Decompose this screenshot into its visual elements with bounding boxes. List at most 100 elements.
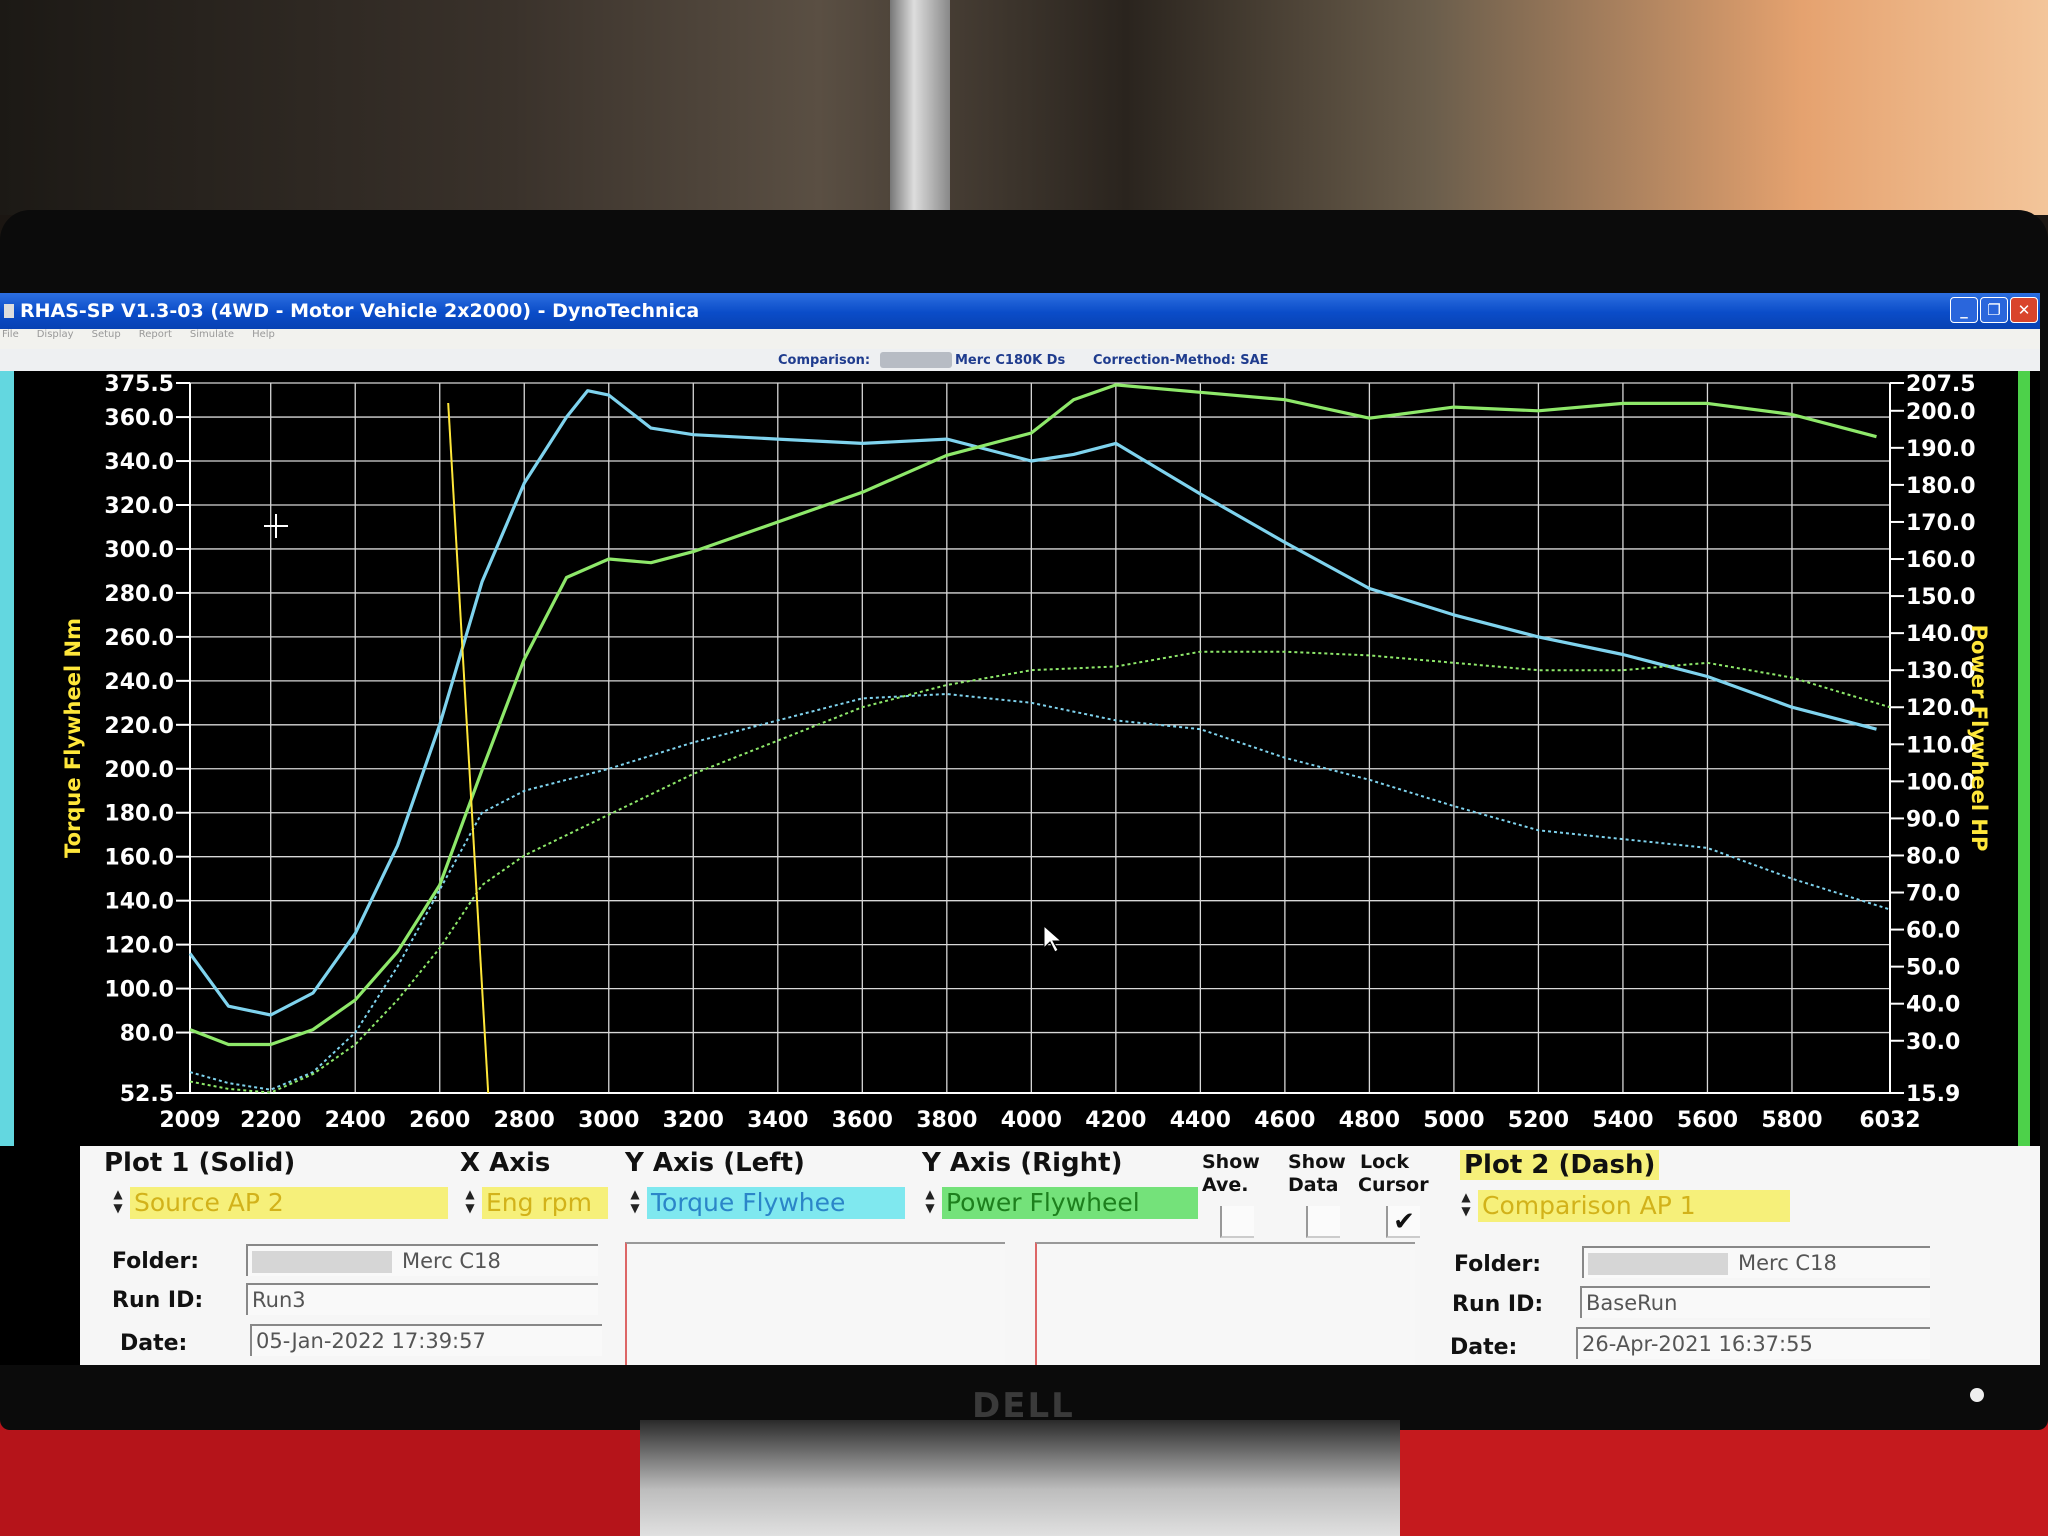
plot1-source-select[interactable]: Source AP 2 (130, 1187, 448, 1219)
plot1-folder-value: Merc C18 (402, 1249, 501, 1273)
y-right-tick-label: 50.0 (1906, 956, 1960, 981)
y-right-select[interactable]: Power Flywheel (942, 1187, 1198, 1219)
menu-setup[interactable]: Setup (92, 329, 121, 349)
lock-cursor-label-2: Cursor (1358, 1174, 1429, 1196)
y-right-tick-label: 150.0 (1906, 585, 1976, 610)
x-tick-label: 5400 (1592, 1108, 1653, 1133)
show-data-label-2: Data (1288, 1174, 1339, 1196)
y-left-select[interactable]: Torque Flywhee (647, 1187, 905, 1219)
y-right-tick-label: 190.0 (1906, 437, 1976, 462)
redacted-folder-2 (1588, 1253, 1728, 1275)
plot2-source-select[interactable]: Comparison AP 1 (1478, 1190, 1790, 1222)
plot2-date-label: Date: (1450, 1335, 1518, 1360)
plot2-run-field: BaseRun (1580, 1286, 1930, 1318)
y-right-tick-label: 207.5 (1906, 372, 1976, 397)
x-tick-label: 5800 (1761, 1108, 1822, 1133)
window-title: RHAS-SP V1.3-03 (4WD - Motor Vehicle 2x2… (20, 300, 700, 322)
window-controls: _ ❐ ✕ (1950, 297, 2038, 323)
y-left-tick-label: 52.5 (120, 1082, 174, 1107)
lock-cursor-label: Lock (1360, 1151, 1410, 1173)
y-left-tick-label: 340.0 (104, 450, 174, 475)
y-right-spinner[interactable]: ▲ ▼ (922, 1187, 938, 1219)
y-left-tick-label: 280.0 (104, 582, 174, 607)
x-axis-select[interactable]: Eng rpm (482, 1187, 608, 1219)
plot2-folder-value: Merc C18 (1738, 1251, 1837, 1275)
show-data-label: Show (1288, 1151, 1346, 1173)
y-right-tick-label: 70.0 (1906, 882, 1960, 907)
y-right-axis-title: Power Flywheel HP (1967, 625, 1991, 852)
y-right-tick-label: 170.0 (1906, 511, 1976, 536)
plot1-date-label: Date: (120, 1331, 188, 1356)
y-right-tick-label: 140.0 (1906, 622, 1976, 647)
y-left-tick-label: 240.0 (104, 670, 174, 695)
plot1-date-field: 05-Jan-2022 17:39:57 (250, 1324, 602, 1356)
y-right-tick-label: 120.0 (1906, 696, 1976, 721)
plot1-source-spinner[interactable]: ▲ ▼ (110, 1187, 126, 1219)
minimize-button[interactable]: _ (1950, 297, 1978, 323)
restore-button[interactable]: ❐ (1980, 297, 2008, 323)
info-bar: Comparison: Merc C180K Ds Correction-Met… (0, 349, 2040, 371)
x-tick-label: 3200 (663, 1108, 724, 1133)
photo-scene: DELL RHAS-SP V1.3-03 (4WD - Motor Vehicl… (0, 0, 2048, 1536)
x-tick-label: 4400 (1170, 1108, 1231, 1133)
x-tick-label: 2600 (409, 1108, 470, 1133)
monitor-stand (640, 1420, 1400, 1536)
plot2-run-label: Run ID: (1452, 1292, 1544, 1317)
series-line-comparison-torque (189, 693, 1891, 1091)
show-ave-label: Show (1202, 1151, 1260, 1173)
x-tick-label: 3600 (832, 1108, 893, 1133)
x-tick-label: 4600 (1254, 1108, 1315, 1133)
x-tick-label: 5200 (1508, 1108, 1569, 1133)
y-right-tick-label: 200.0 (1906, 400, 1976, 425)
y-left-tick-label: 260.0 (104, 626, 174, 651)
app-icon (4, 304, 14, 318)
y-right-tick-label: 15.9 (1906, 1082, 1960, 1107)
background-wall (0, 0, 2048, 215)
x-tick-label: 6032 (1859, 1108, 1920, 1133)
y-left-tick-label: 160.0 (104, 846, 174, 871)
menu-simulate[interactable]: Simulate (190, 329, 234, 349)
x-tick-label: 2009 (159, 1108, 220, 1133)
correction-method: Correction-Method: SAE (1093, 353, 1269, 368)
x-axis-heading: X Axis (460, 1148, 551, 1178)
window-titlebar[interactable]: RHAS-SP V1.3-03 (4WD - Motor Vehicle 2x2… (0, 293, 2040, 329)
y-left-tick-label: 375.5 (104, 372, 174, 397)
show-ave-label-2: Ave. (1202, 1174, 1249, 1196)
monitor-screen: RHAS-SP V1.3-03 (4WD - Motor Vehicle 2x2… (0, 293, 2040, 1365)
menu-display[interactable]: Display (37, 329, 74, 349)
menu-help[interactable]: Help (252, 329, 275, 349)
lock-cursor-checkbox[interactable]: ✔ (1386, 1206, 1420, 1238)
close-button[interactable]: ✕ (2010, 297, 2038, 323)
menu-file[interactable]: File (2, 329, 19, 349)
y-right-tick-label: 90.0 (1906, 807, 1960, 832)
plot2-folder-label: Folder: (1454, 1252, 1542, 1277)
mouse-pointer-icon (1043, 924, 1063, 953)
y-left-tick-label: 360.0 (104, 406, 174, 431)
plot2-source-spinner[interactable]: ▲ ▼ (1458, 1190, 1474, 1222)
x-tick-label: 4000 (1001, 1108, 1062, 1133)
redacted-folder (252, 1251, 392, 1273)
menu-report[interactable]: Report (139, 329, 172, 349)
dyno-chart[interactable]: 2009 2200 2400 2600 2800 3000 3200 3400 3600 3800… (0, 371, 2040, 1146)
plot2-heading: Plot 2 (Dash) (1460, 1150, 1660, 1180)
y-right-tick-label: 80.0 (1906, 844, 1960, 869)
show-data-checkbox[interactable] (1306, 1206, 1340, 1238)
x-axis-spinner[interactable]: ▲ ▼ (462, 1187, 478, 1219)
plot2-date-field: 26-Apr-2021 16:37:55 (1576, 1327, 1930, 1359)
plot1-folder-label: Folder: (112, 1249, 200, 1274)
y-right-tick-label: 100.0 (1906, 770, 1976, 795)
y-left-tick-label: 180.0 (104, 802, 174, 827)
monitor-brand-logo: DELL (972, 1386, 1075, 1426)
y-left-axis-title: Torque Flywheel Nm (61, 618, 85, 858)
plot2-stats-box (1035, 1242, 1415, 1365)
plot-area: 2009 2200 2400 2600 2800 3000 3200 3400 3600 3800… (0, 371, 2040, 1146)
y-left-tick-label: 120.0 (104, 934, 174, 959)
y-left-heading: Y Axis (Left) (625, 1148, 805, 1178)
x-tick-label: 3000 (578, 1108, 639, 1133)
y-left-spinner[interactable]: ▲ ▼ (627, 1187, 643, 1219)
y-left-tick-label: 220.0 (104, 714, 174, 739)
menu-bar: File Display Setup Report Simulate Help (0, 329, 2040, 349)
plot2-folder-field: Merc C18 (1582, 1246, 1930, 1278)
y-right-tick-label: 110.0 (1906, 733, 1976, 758)
show-ave-checkbox[interactable] (1220, 1206, 1254, 1238)
